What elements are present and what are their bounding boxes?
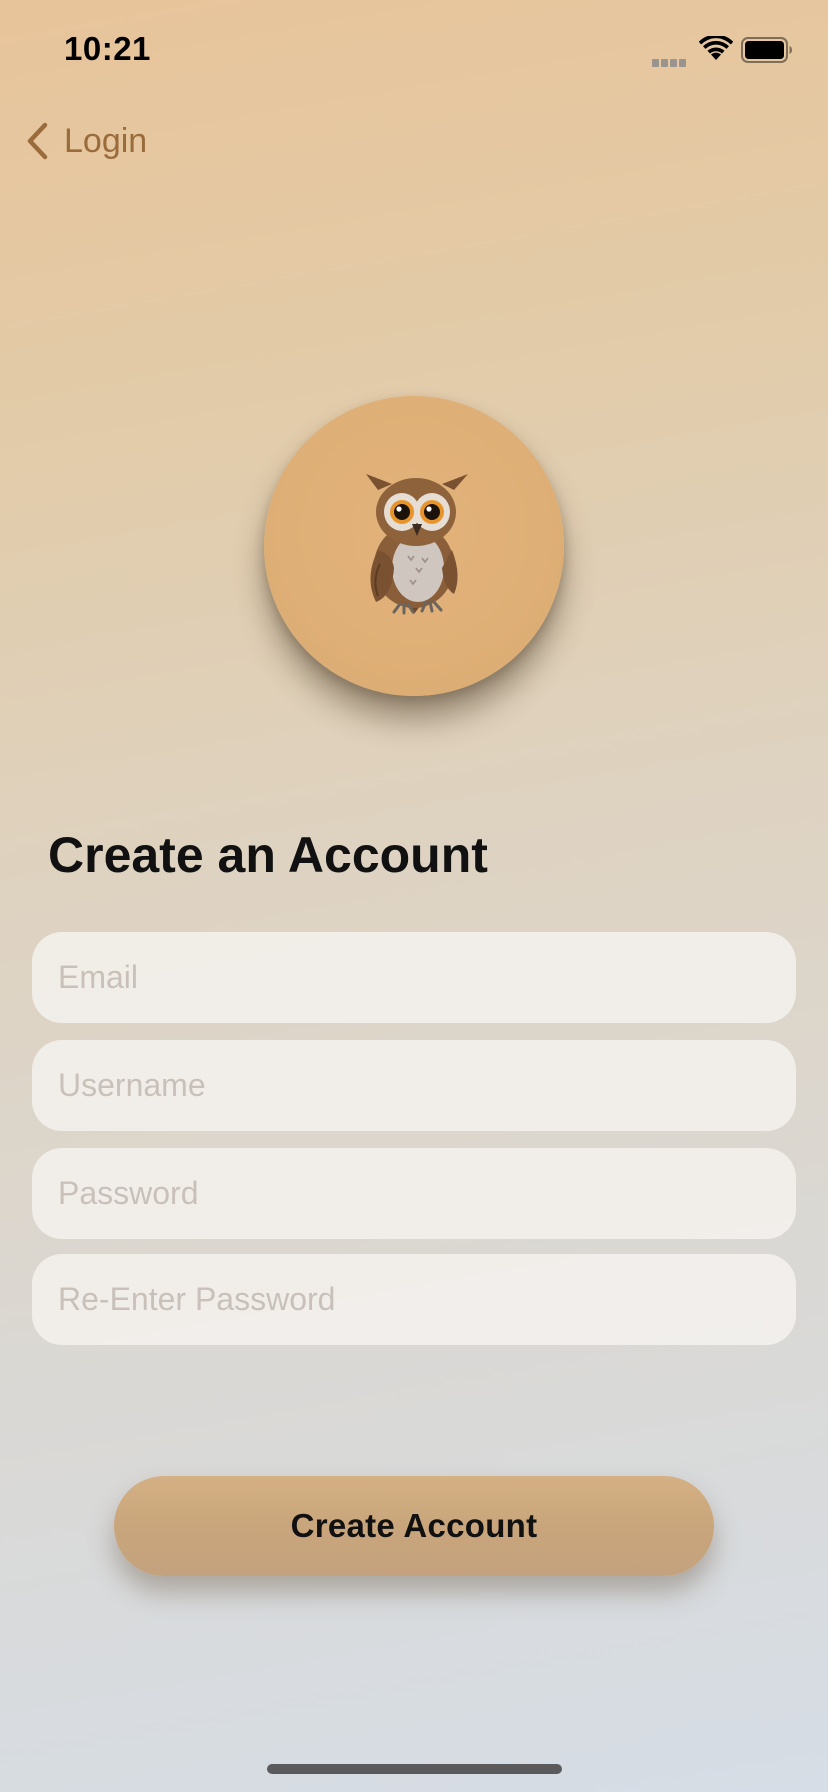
back-button-label: Login: [64, 121, 148, 160]
cellular-signal-icon: [652, 54, 690, 67]
owl-icon: [366, 474, 468, 615]
chevron-left-icon: [27, 122, 48, 160]
avatar: [264, 396, 564, 696]
back-button[interactable]: Login: [24, 116, 147, 166]
email-field[interactable]: [32, 932, 796, 1023]
status-time: 10:21: [64, 30, 151, 67]
password-field[interactable]: [32, 1148, 796, 1239]
home-indicator[interactable]: [267, 1764, 562, 1774]
create-account-button[interactable]: Create Account: [114, 1476, 714, 1576]
battery-icon: [741, 37, 792, 63]
page-title: Create an Account: [48, 827, 488, 883]
status-bar: 10:21: [0, 0, 828, 100]
wifi-icon: [698, 36, 734, 60]
username-field[interactable]: [32, 1040, 796, 1131]
reenter-password-field[interactable]: [32, 1254, 796, 1345]
